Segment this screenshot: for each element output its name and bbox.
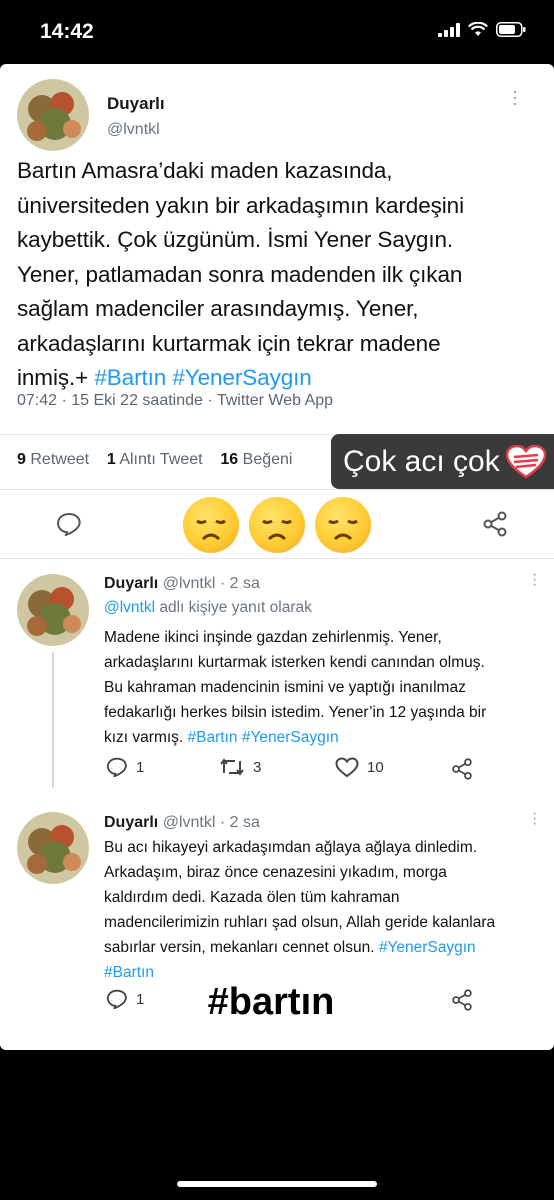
more-options-icon[interactable]: · · · bbox=[512, 82, 518, 112]
wifi-icon bbox=[468, 22, 488, 36]
flower-photo-icon bbox=[17, 574, 89, 646]
share-icon[interactable] bbox=[451, 989, 473, 1011]
like-label[interactable]: Beğeni bbox=[243, 451, 293, 468]
author-handle[interactable]: @lvntkl bbox=[107, 121, 160, 139]
reply-text-line: madencilerimizin ruhları şad olsun, Alla… bbox=[104, 914, 496, 931]
reply-text-line: Arkadaşım, biraz önce cenazesini yıkadım… bbox=[104, 864, 447, 881]
reply-text-line: kızı varmış. #Bartın #YenerSaygın bbox=[104, 725, 544, 750]
retweet-count[interactable]: 9 bbox=[17, 451, 26, 468]
disappointed-emoji-icon bbox=[183, 497, 239, 553]
tweet-meta: 07:42 · 15 Eki 22 saatinde · Twitter Web… bbox=[17, 392, 334, 409]
reply-text: Bu acı hikayeyi arkadaşımdan ağlaya ağla… bbox=[104, 835, 548, 985]
like-count: 10 bbox=[367, 759, 384, 776]
flower-photo-icon bbox=[17, 79, 89, 151]
avatar[interactable] bbox=[17, 574, 89, 646]
heart-icon bbox=[335, 757, 359, 778]
reply-action[interactable]: 1 bbox=[106, 989, 144, 1009]
tweet-text-line: Bartın Amasra’daki maden kazasında, bbox=[17, 158, 393, 183]
tweet-text-line: arkadaşlarını kurtarmak için tekrar made… bbox=[17, 330, 441, 356]
status-icons bbox=[438, 22, 526, 37]
battery-icon bbox=[496, 22, 526, 37]
tweet-text-line: sağlam madenciler arasındaymış. Yener, bbox=[17, 296, 419, 321]
reply-text-line: arkadaşlarını kurtarmak isterken kendi c… bbox=[104, 654, 485, 671]
reply-text-line: Madene ikinci inşinde gazdan zehirlenmiş… bbox=[104, 629, 442, 646]
tweet-stats: 9 Retweet 1 Alıntı Tweet 16 Beğeni bbox=[17, 451, 292, 469]
reply-to-handle[interactable]: @lvntkl bbox=[104, 599, 155, 616]
broken-heart-icon bbox=[505, 444, 546, 479]
reply-text-line: Bu acı hikayeyi arkadaşımdan ağlaya ağla… bbox=[104, 839, 478, 856]
tweet-text-line: üniversiteden yakın bir arkadaşımın kard… bbox=[17, 192, 464, 218]
more-options-icon[interactable]: · · · bbox=[532, 806, 537, 832]
share-icon[interactable] bbox=[451, 758, 473, 780]
handle-time: @lvntkl · 2 sa bbox=[162, 575, 260, 592]
share-icon[interactable] bbox=[482, 511, 508, 537]
retweet-icon bbox=[220, 758, 244, 776]
reply-to-label: adlı kişiye yanıt olarak bbox=[159, 599, 312, 616]
more-options-icon[interactable]: · · · bbox=[532, 567, 537, 593]
reply-header: Duyarlı @lvntkl · 2 sa bbox=[104, 575, 260, 593]
reply-text-end: sabırlar versin, mekanları cennet olsun. bbox=[104, 939, 375, 956]
author-name[interactable]: Duyarlı bbox=[107, 94, 165, 114]
hashtag-sticker: #bartın bbox=[186, 977, 356, 1027]
reply-text-line: sabırlar versin, mekanları cennet olsun.… bbox=[104, 935, 548, 960]
status-bar: 14:42 bbox=[0, 0, 554, 64]
tweet-text-end: inmiş.+ bbox=[17, 365, 89, 390]
retweet-label[interactable]: Retweet bbox=[30, 451, 89, 468]
disappointed-emoji-icon bbox=[249, 497, 305, 553]
retweet-action[interactable]: 3 bbox=[219, 757, 261, 777]
avatar[interactable] bbox=[17, 79, 89, 151]
tweet-text-line: kaybettik. Çok üzgünüm. İsmi Yener Saygı… bbox=[17, 227, 454, 252]
reply-icon bbox=[106, 757, 127, 777]
cut-off-text bbox=[100, 64, 104, 71]
thread-line bbox=[52, 652, 54, 788]
author-name[interactable]: Duyarlı bbox=[104, 575, 158, 592]
reply-text-end: kızı varmış. bbox=[104, 729, 184, 746]
handle-time: @lvntkl · 2 sa bbox=[162, 814, 260, 831]
tweet-screenshot-card: Duyarlı @lvntkl · · · Bartın Amasra’daki m… bbox=[0, 64, 554, 1050]
like-count[interactable]: 16 bbox=[220, 451, 238, 468]
hashtag-link[interactable]: #YenerSaygın bbox=[379, 939, 476, 956]
tweet-text-line: inmiş.+ #Bartın #YenerSaygın bbox=[17, 361, 542, 396]
tweet-text-line: Yener, patlamadan sonra madenden ilk çık… bbox=[17, 261, 463, 287]
like-action[interactable]: 10 bbox=[335, 757, 384, 778]
author-name[interactable]: Duyarlı bbox=[104, 814, 158, 831]
avatar[interactable] bbox=[17, 812, 89, 884]
cellular-signal-icon bbox=[438, 22, 460, 37]
hashtag-links[interactable]: #Bartın #YenerSaygın bbox=[94, 365, 311, 390]
story-text-sticker: Çok acı çok bbox=[331, 434, 554, 489]
tweet-text: Bartın Amasra’daki maden kazasında, üniv… bbox=[17, 154, 542, 396]
reply-header: Duyarlı @lvntkl · 2 sa bbox=[104, 814, 260, 832]
quote-count[interactable]: 1 bbox=[107, 451, 116, 468]
retweet-count: 3 bbox=[253, 758, 262, 776]
reply-context: @lvntkl adlı kişiye yanıt olarak bbox=[104, 599, 312, 617]
reply-action[interactable]: 1 bbox=[106, 757, 144, 777]
reply-icon[interactable] bbox=[56, 512, 82, 536]
reply-count: 1 bbox=[136, 758, 145, 776]
hashtag-links[interactable]: #Bartın #YenerSaygın bbox=[188, 729, 339, 746]
reply-count: 1 bbox=[136, 990, 145, 1008]
divider bbox=[0, 558, 554, 559]
reply-text-line: fedakarlığı herkes bilsin istedim. Yener… bbox=[104, 704, 487, 721]
flower-photo-icon bbox=[17, 812, 89, 884]
quote-label[interactable]: Alıntı Tweet bbox=[119, 451, 202, 468]
divider bbox=[0, 489, 554, 490]
sticker-text: Çok acı çok bbox=[343, 444, 500, 478]
reply-text: Madene ikinci inşinde gazdan zehirlenmiş… bbox=[104, 625, 544, 750]
reply-text-line: kaldırdım dedi. Kazada ölen tüm kahraman bbox=[104, 889, 400, 906]
reply-icon bbox=[106, 989, 127, 1009]
disappointed-emoji-icon bbox=[315, 497, 371, 553]
home-indicator[interactable] bbox=[177, 1181, 377, 1187]
reply-text-line: Bu kahraman madencinin ismini ve yaptığı… bbox=[104, 679, 466, 696]
status-time: 14:42 bbox=[40, 20, 94, 43]
